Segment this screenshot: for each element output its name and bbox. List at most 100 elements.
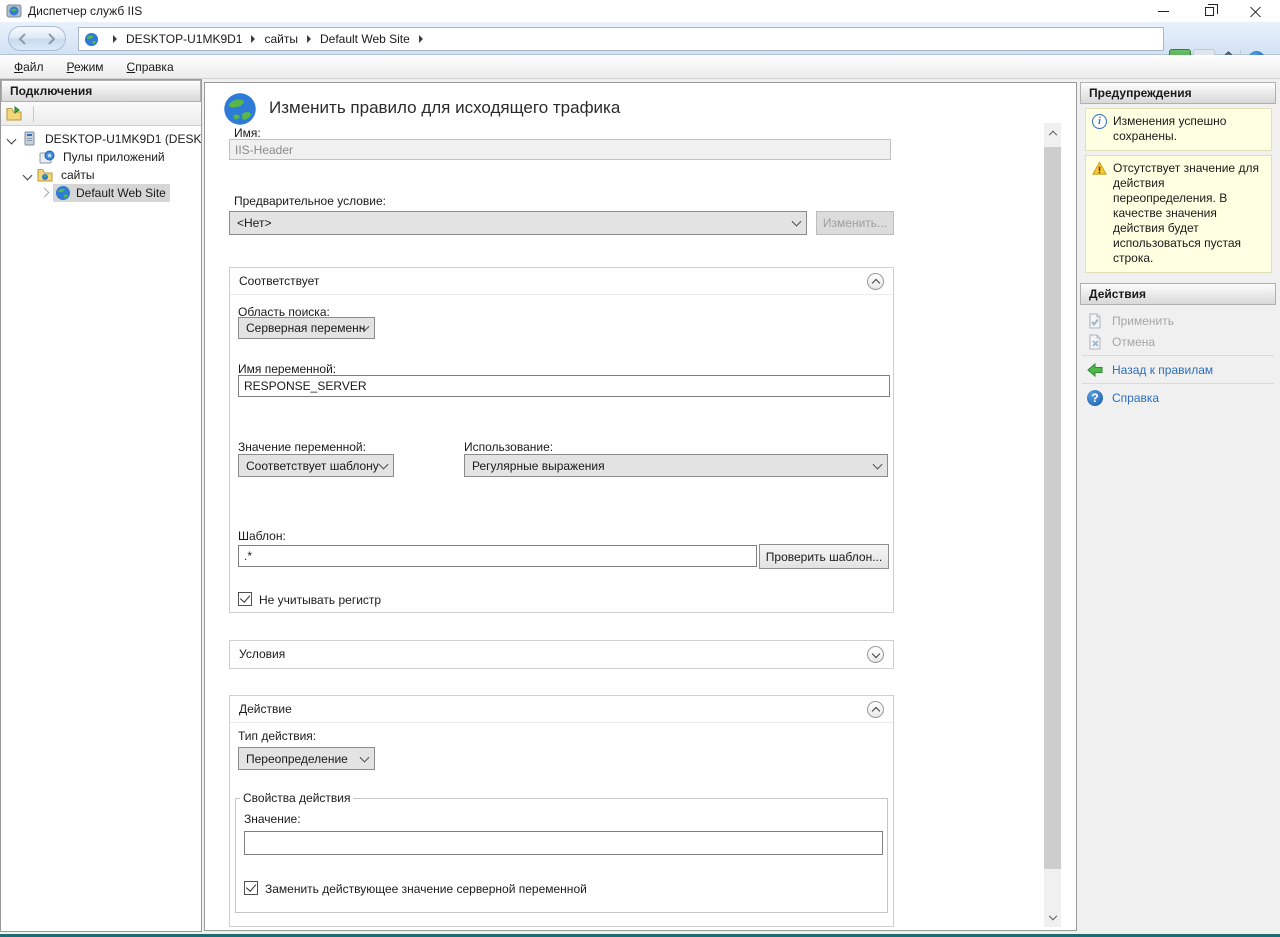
apply-label: Применить bbox=[1112, 314, 1174, 328]
globe-icon bbox=[55, 185, 71, 201]
actions-header: Действия bbox=[1080, 283, 1276, 305]
page-title: Изменить правило для исходящего трафика bbox=[269, 98, 620, 118]
title-bar: Диспетчер служб IIS bbox=[0, 0, 1280, 22]
chevron-down-icon bbox=[379, 459, 389, 469]
sites-folder-icon bbox=[37, 167, 53, 183]
alert-warning: Отсутствует значение для действия переоп… bbox=[1085, 155, 1272, 273]
close-button[interactable] bbox=[1232, 0, 1278, 22]
edit-outbound-rule-form: Изменить правило для исходящего трафика … bbox=[204, 82, 1077, 931]
ignore-case-checkbox[interactable] bbox=[238, 592, 252, 606]
breadcrumb-separator-icon bbox=[113, 35, 117, 43]
pattern-label: Шаблон: bbox=[238, 529, 286, 543]
ignore-case-label: Не учитывать регистр bbox=[259, 593, 381, 607]
breadcrumb-sites[interactable]: сайты bbox=[264, 32, 298, 46]
nav-pill bbox=[8, 26, 66, 51]
variable-name-label: Имя переменной: bbox=[238, 362, 336, 376]
using-select[interactable]: Регулярные выражения bbox=[464, 454, 888, 477]
actions-separator bbox=[1082, 355, 1274, 356]
breadcrumb[interactable]: DESKTOP-U1MK9D1 сайты Default Web Site bbox=[78, 27, 1164, 51]
tree-item-sites-label: сайты bbox=[58, 167, 98, 183]
edit-precondition-button: Изменить... bbox=[816, 211, 894, 235]
toolbar-separator bbox=[33, 106, 34, 122]
globe-icon bbox=[222, 91, 258, 127]
using-value: Регулярные выражения bbox=[472, 459, 605, 473]
back-to-rules-label: Назад к правилам bbox=[1112, 363, 1213, 377]
scroll-down-button[interactable] bbox=[1044, 910, 1061, 927]
variable-name-input[interactable] bbox=[238, 375, 890, 397]
action-section-title: Действие bbox=[230, 696, 893, 723]
precondition-label: Предварительное условие: bbox=[234, 194, 386, 208]
variable-value-label: Значение переменной: bbox=[238, 440, 366, 454]
apply-action: Применить bbox=[1080, 310, 1276, 331]
action-properties-legend: Свойства действия bbox=[240, 791, 353, 805]
expand-section-icon[interactable] bbox=[867, 646, 884, 663]
close-icon bbox=[1250, 6, 1261, 17]
expander-open-icon[interactable] bbox=[23, 170, 33, 180]
minimize-icon bbox=[1158, 11, 1169, 12]
vertical-scrollbar[interactable] bbox=[1044, 123, 1061, 927]
action-type-select[interactable]: Переопределение bbox=[238, 747, 375, 770]
precondition-select[interactable]: <Нет> bbox=[229, 211, 807, 235]
alert-info-text: Изменения успешно сохранены. bbox=[1113, 114, 1226, 143]
action-section: Действие Тип действия: Переопределение С… bbox=[229, 695, 894, 927]
iis-app-icon bbox=[6, 3, 22, 19]
chevron-down-icon bbox=[873, 459, 883, 469]
help-label: Справка bbox=[1112, 391, 1159, 405]
back-icon[interactable] bbox=[17, 33, 29, 45]
restore-button[interactable] bbox=[1186, 0, 1232, 22]
connections-header: Подключения bbox=[1, 80, 201, 102]
expander-open-icon[interactable] bbox=[7, 134, 17, 144]
forward-icon[interactable] bbox=[45, 33, 57, 45]
conditions-section: Условия bbox=[229, 640, 894, 669]
save-connections-icon[interactable] bbox=[6, 106, 22, 122]
collapse-section-icon[interactable] bbox=[867, 701, 884, 718]
chevron-down-icon bbox=[1048, 911, 1056, 919]
info-icon bbox=[1092, 114, 1107, 129]
chevron-down-icon bbox=[792, 217, 802, 227]
replace-existing-checkbox[interactable] bbox=[244, 881, 258, 895]
chevron-down-icon bbox=[360, 752, 370, 762]
variable-value-value: Соответствует шаблону bbox=[246, 459, 379, 473]
menu-bar: Файл Режим Справка bbox=[0, 55, 1280, 79]
menu-file[interactable]: Файл bbox=[5, 60, 53, 74]
tree-item-default-web-site[interactable]: Default Web Site bbox=[1, 184, 201, 202]
value-input[interactable] bbox=[244, 831, 883, 855]
pattern-input[interactable] bbox=[238, 545, 757, 567]
back-to-rules-action[interactable]: Назад к правилам bbox=[1080, 359, 1276, 380]
back-arrow-icon bbox=[1087, 362, 1103, 378]
conditions-section-title: Условия bbox=[230, 641, 893, 668]
server-icon bbox=[21, 131, 37, 147]
help-icon bbox=[1087, 390, 1103, 406]
menu-view[interactable]: Режим bbox=[58, 60, 113, 74]
tree-item-server[interactable]: DESKTOP-U1MK9D1 (DESKTOI bbox=[1, 130, 201, 148]
restore-icon bbox=[1205, 7, 1214, 16]
tree-item-sites[interactable]: сайты bbox=[1, 166, 201, 184]
connections-toolbar bbox=[1, 102, 201, 126]
breadcrumb-server[interactable]: DESKTOP-U1MK9D1 bbox=[126, 32, 242, 46]
value-label: Значение: bbox=[244, 812, 301, 826]
address-bar: DESKTOP-U1MK9D1 сайты Default Web Site bbox=[0, 22, 1280, 55]
match-section: Соответствует Область поиска: Серверная … bbox=[229, 267, 894, 613]
variable-value-select[interactable]: Соответствует шаблону bbox=[238, 454, 394, 477]
expander-closed-icon[interactable] bbox=[39, 188, 49, 198]
minimize-button[interactable] bbox=[1140, 0, 1186, 22]
action-properties-group: Свойства действия Значение: Заменить дей… bbox=[235, 791, 888, 913]
alert-warning-text: Отсутствует значение для действия переоп… bbox=[1113, 161, 1259, 265]
help-action[interactable]: Справка bbox=[1080, 387, 1276, 408]
tree-item-server-label: DESKTOP-U1MK9D1 (DESKTOI bbox=[42, 131, 201, 147]
scope-select[interactable]: Серверная переменн bbox=[238, 317, 375, 339]
tree-item-app-pools[interactable]: Пулы приложений bbox=[1, 148, 201, 166]
window-title: Диспетчер служб IIS bbox=[28, 4, 142, 18]
breadcrumb-separator-icon bbox=[307, 35, 311, 43]
scroll-up-button[interactable] bbox=[1044, 123, 1061, 140]
name-input bbox=[229, 139, 891, 160]
scrollbar-thumb[interactable] bbox=[1044, 147, 1061, 869]
chevron-up-icon bbox=[1048, 130, 1056, 138]
test-pattern-button[interactable]: Проверить шаблон... bbox=[759, 544, 889, 569]
cancel-action: Отмена bbox=[1080, 331, 1276, 352]
menu-help[interactable]: Справка bbox=[118, 60, 183, 74]
breadcrumb-default-web-site[interactable]: Default Web Site bbox=[320, 32, 410, 46]
selected-tree-item: Default Web Site bbox=[53, 184, 170, 202]
collapse-section-icon[interactable] bbox=[867, 273, 884, 290]
tree-item-app-pools-label: Пулы приложений bbox=[60, 149, 168, 165]
